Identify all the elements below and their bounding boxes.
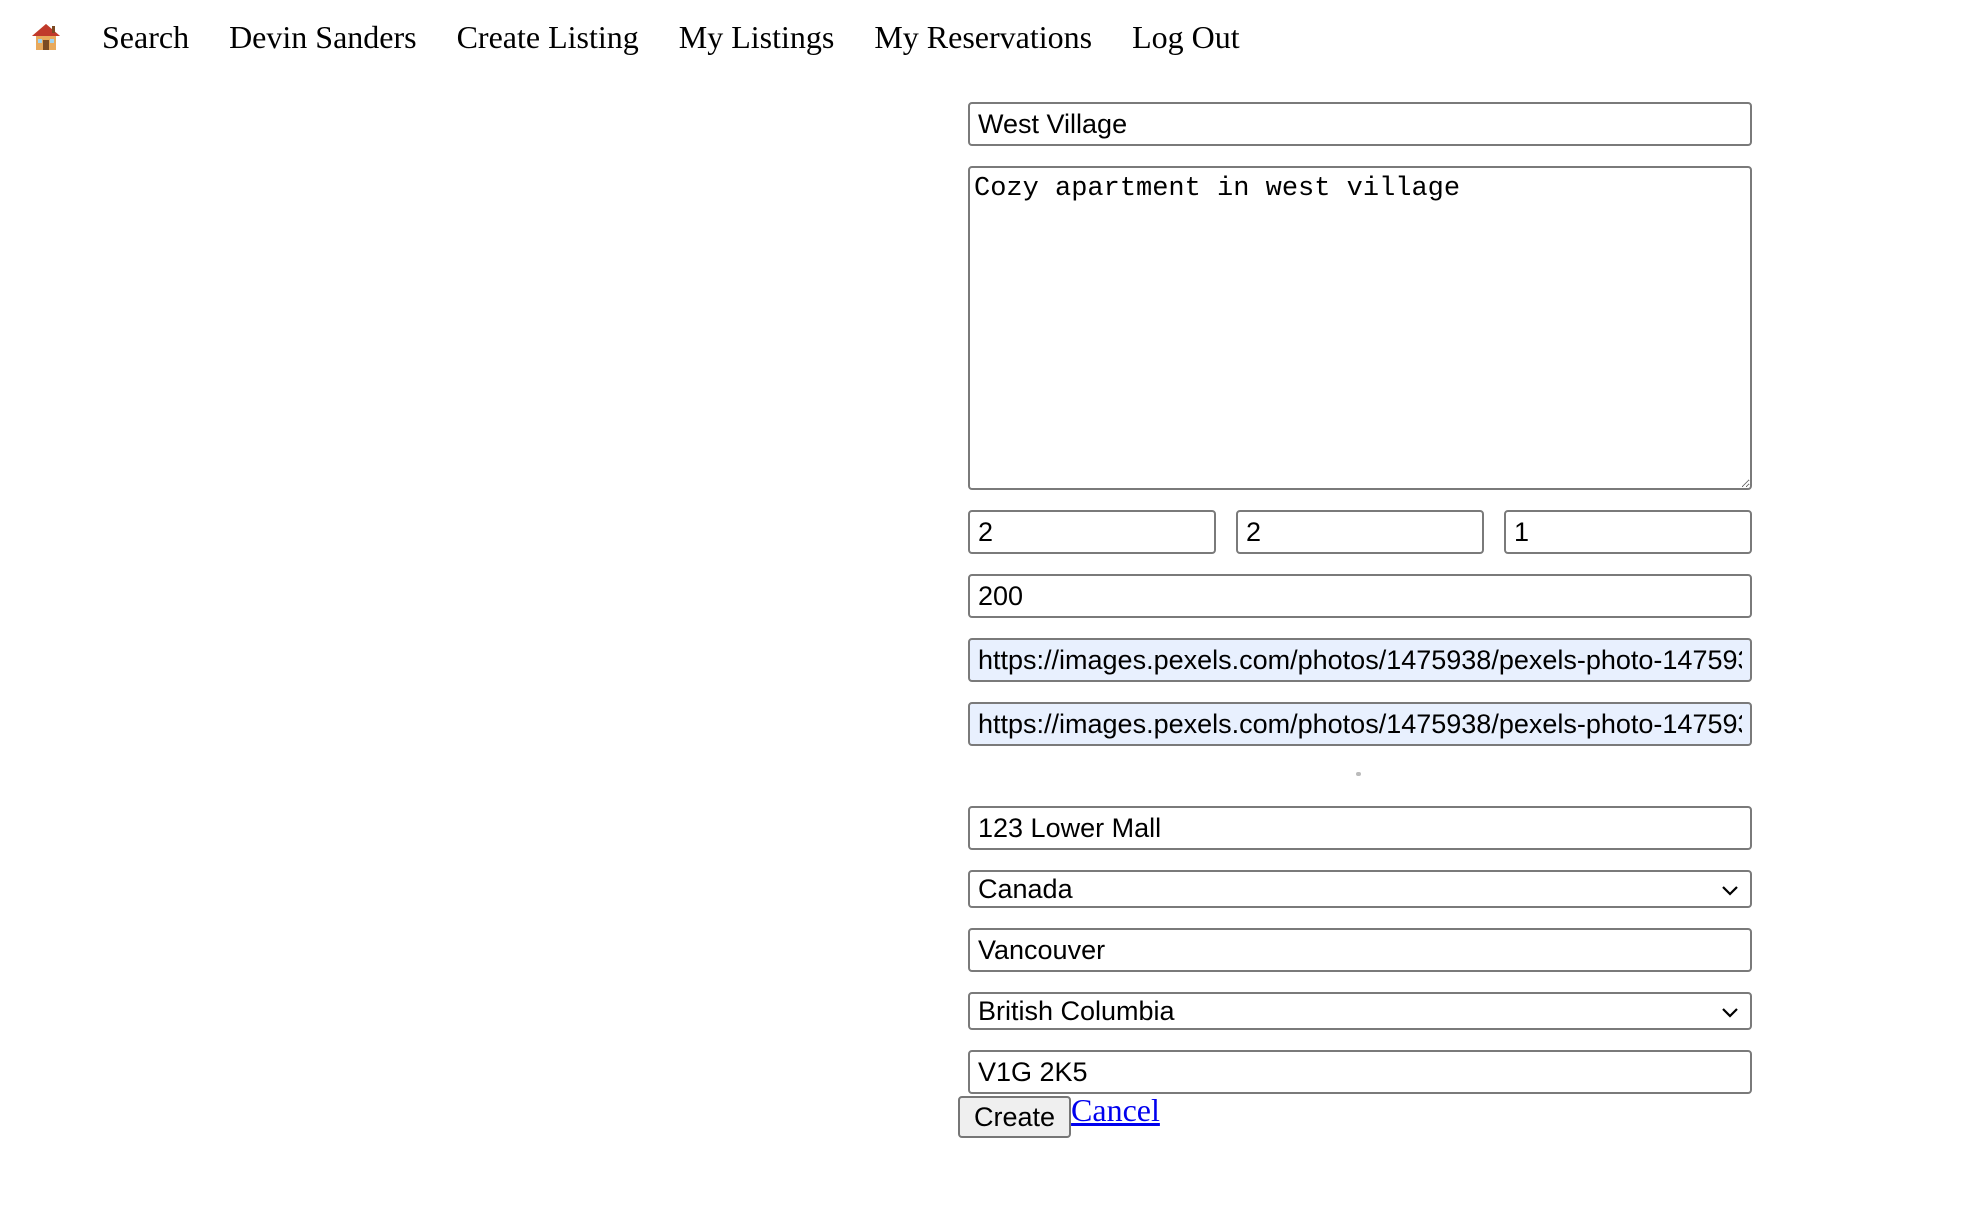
address-input[interactable]	[968, 806, 1752, 850]
nav-log-out-link[interactable]: Log Out	[1132, 19, 1240, 56]
nav-search-link[interactable]: Search	[102, 19, 189, 56]
room-counts-row	[968, 510, 1752, 554]
bathrooms-input[interactable]	[1504, 510, 1752, 554]
nav-user-name-link[interactable]: Devin Sanders	[229, 19, 417, 56]
description-textarea[interactable]: Cozy apartment in west village	[968, 166, 1752, 490]
price-input[interactable]	[968, 574, 1752, 618]
country-selected-value: Canada	[978, 874, 1073, 904]
chevron-down-icon	[1722, 1008, 1738, 1018]
nav-my-reservations-link[interactable]: My Reservations	[874, 19, 1092, 56]
bedrooms-input[interactable]	[1236, 510, 1484, 554]
postal-code-input[interactable]	[968, 1050, 1752, 1094]
nav-create-listing-link[interactable]: Create Listing	[457, 19, 639, 56]
chevron-down-icon	[1722, 886, 1738, 896]
image-preview	[968, 746, 1752, 806]
nav-my-listings-link[interactable]: My Listings	[679, 19, 835, 56]
guests-input[interactable]	[968, 510, 1216, 554]
create-listing-form: Cozy apartment in west village Canada Br…	[968, 102, 1752, 1094]
image-url-input-1[interactable]	[968, 638, 1752, 682]
form-actions: Create Cancel	[958, 1092, 1160, 1138]
state-selected-value: British Columbia	[978, 996, 1175, 1026]
image-url-input-2[interactable]	[968, 702, 1752, 746]
create-button[interactable]: Create	[958, 1096, 1072, 1138]
house-icon[interactable]	[30, 21, 62, 53]
title-input[interactable]	[968, 102, 1752, 146]
city-input[interactable]	[968, 928, 1752, 972]
cancel-link[interactable]: Cancel	[1071, 1092, 1160, 1129]
state-select[interactable]: British Columbia	[968, 992, 1752, 1030]
country-select[interactable]: Canada	[968, 870, 1752, 908]
top-nav: Search Devin Sanders Create Listing My L…	[30, 14, 1280, 60]
